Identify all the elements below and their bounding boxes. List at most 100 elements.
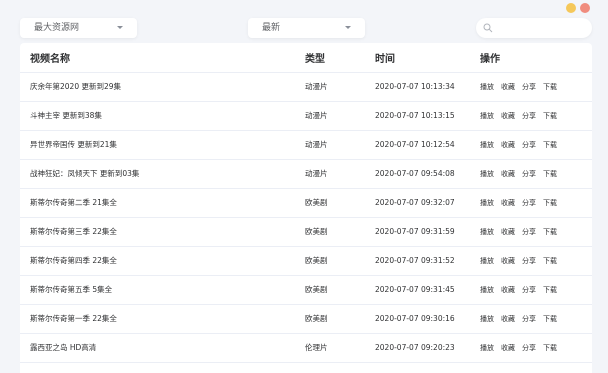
play-button[interactable]: 播放 bbox=[480, 315, 494, 323]
play-button[interactable]: 播放 bbox=[480, 257, 494, 265]
source-select[interactable]: 最大资源网 bbox=[20, 18, 137, 38]
play-button[interactable]: 播放 bbox=[480, 112, 494, 120]
share-button[interactable]: 分享 bbox=[522, 112, 536, 120]
table-row: 斯蒂尔传奇第四季 22集全 欧美剧 2020-07-07 09:31:52 播放 收藏分… bbox=[20, 246, 592, 276]
play-button[interactable]: 播放 bbox=[480, 141, 494, 149]
video-name[interactable]: 庆余年第2020 更新到29集 bbox=[20, 72, 305, 102]
row-actions: 播放 收藏 分享 下载 bbox=[480, 159, 592, 189]
play-button[interactable]: 播放 bbox=[480, 344, 494, 352]
share-button[interactable]: 分享 bbox=[522, 141, 536, 149]
share-button[interactable]: 分享 bbox=[522, 170, 536, 178]
download-button[interactable]: 下载 bbox=[543, 228, 557, 236]
play-button[interactable]: 播放 bbox=[480, 228, 494, 236]
share-button[interactable]: 分享 bbox=[522, 344, 536, 352]
share-button[interactable]: 分享 bbox=[522, 257, 536, 265]
video-name[interactable]: 露西亚之岛 HD高清 bbox=[20, 333, 305, 363]
table-row: 斗神主宰 更新到38集 动漫片 2020-07-07 10:13:15 播放 收藏 分享下… bbox=[20, 101, 592, 131]
download-button[interactable]: 下载 bbox=[543, 112, 557, 120]
header-type: 类型 bbox=[305, 43, 375, 73]
play-button[interactable]: 播放 bbox=[480, 286, 494, 294]
video-time: 2020-07-07 10:13:34 bbox=[375, 72, 480, 102]
favorite-button[interactable]: 收藏 bbox=[501, 141, 515, 149]
minimize-dot[interactable] bbox=[566, 3, 576, 13]
video-time: 2020-07-07 10:13:15 bbox=[375, 101, 480, 131]
download-button[interactable]: 下载 bbox=[543, 170, 557, 178]
video-name[interactable]: 斯蒂尔传奇第二季 21集全 bbox=[20, 188, 305, 218]
close-dot[interactable] bbox=[580, 3, 590, 13]
row-actions: 播放 收藏 分享 下载 bbox=[480, 101, 592, 131]
video-type: 欧美剧 bbox=[305, 275, 375, 305]
search-input[interactable] bbox=[476, 21, 592, 41]
video-time: 2020-07-07 09:20:23 bbox=[375, 333, 480, 363]
share-button[interactable]: 分享 bbox=[522, 83, 536, 91]
favorite-button[interactable]: 收藏 bbox=[501, 315, 515, 323]
favorite-button[interactable]: 收藏 bbox=[501, 83, 515, 91]
row-actions: 播放 收藏 分享 下载 bbox=[480, 333, 592, 363]
video-type: 欧美剧 bbox=[305, 217, 375, 247]
sort-select-value: 最新 bbox=[262, 23, 281, 33]
video-type: 伦理片 bbox=[305, 333, 375, 363]
video-name[interactable]: 斗神主宰 更新到38集 bbox=[20, 101, 305, 131]
download-button[interactable]: 下载 bbox=[543, 199, 557, 207]
table-row: 战神狂妃：凤倾天下 更新到03集 动漫片 2020-07-07 09:54:08 播放… bbox=[20, 159, 592, 189]
favorite-button[interactable]: 收藏 bbox=[501, 228, 515, 236]
video-time: 2020-07-07 09:30:16 bbox=[375, 304, 480, 334]
favorite-button[interactable]: 收藏 bbox=[501, 286, 515, 294]
favorite-button[interactable]: 收藏 bbox=[501, 199, 515, 207]
video-type: 欧美剧 bbox=[305, 304, 375, 334]
table-row: 庆余年第2020 更新到29集 动漫片 2020-07-07 10:13:34 播放收… bbox=[20, 72, 592, 102]
video-type: 动漫片 bbox=[305, 130, 375, 160]
video-name[interactable]: 战神狂妃：凤倾天下 更新到03集 bbox=[20, 159, 305, 189]
search-icon bbox=[483, 23, 493, 33]
header-name: 视频名称 bbox=[20, 43, 305, 73]
table-row: 斯蒂尔传奇第一季 22集全 欧美剧 2020-07-07 09:30:16 播放 收藏分… bbox=[20, 304, 592, 334]
filter-toolbar: 最大资源网 最新 bbox=[20, 18, 592, 41]
video-name[interactable]: 斯蒂尔传奇第三季 22集全 bbox=[20, 217, 305, 247]
header-ops: 操作 bbox=[480, 43, 592, 73]
row-actions: 播放 收藏 分享 下载 bbox=[480, 304, 592, 334]
video-name[interactable]: 斯蒂尔传奇第五季 5集全 bbox=[20, 275, 305, 305]
favorite-button[interactable]: 收藏 bbox=[501, 344, 515, 352]
favorite-button[interactable]: 收藏 bbox=[501, 257, 515, 265]
video-name[interactable]: 斯蒂尔传奇第四季 22集全 bbox=[20, 246, 305, 276]
table-header-row: 视频名称 类型 时间 操作 bbox=[20, 43, 592, 73]
download-button[interactable]: 下载 bbox=[543, 315, 557, 323]
download-button[interactable]: 下载 bbox=[543, 257, 557, 265]
row-actions: 播放 收藏 分享 下载 bbox=[480, 217, 592, 247]
table-row: 斯蒂尔传奇第五季 5集全 欧美剧 2020-07-07 09:31:45 播放 收藏 分享… bbox=[20, 275, 592, 305]
window-controls bbox=[566, 3, 590, 13]
play-button[interactable]: 播放 bbox=[480, 83, 494, 91]
row-actions: 播放 收藏 分享 下载 bbox=[480, 188, 592, 218]
video-type: 欧美剧 bbox=[305, 246, 375, 276]
video-table-card: 视频名称 类型 时间 操作 庆余年第2020 更新到29集 动漫片 2020-07-… bbox=[20, 43, 592, 373]
video-type: 欧美剧 bbox=[305, 188, 375, 218]
video-type: 动漫片 bbox=[305, 72, 375, 102]
favorite-button[interactable]: 收藏 bbox=[501, 112, 515, 120]
row-actions: 播放 收藏 分享 下载 bbox=[480, 72, 592, 102]
video-name[interactable]: 斯蒂尔传奇第一季 22集全 bbox=[20, 304, 305, 334]
table-row: 露西亚之岛 HD高清 伦理片 2020-07-07 09:20:23 播放 收藏 分享 下载 bbox=[20, 333, 592, 363]
share-button[interactable]: 分享 bbox=[522, 228, 536, 236]
table-row: 异世界帝国传 更新到21集 动漫片 2020-07-07 10:12:54 播放 收藏分… bbox=[20, 130, 592, 160]
share-button[interactable]: 分享 bbox=[522, 315, 536, 323]
share-button[interactable]: 分享 bbox=[522, 286, 536, 294]
row-actions: 播放 收藏 分享 下载 bbox=[480, 275, 592, 305]
play-button[interactable]: 播放 bbox=[480, 170, 494, 178]
download-button[interactable]: 下载 bbox=[543, 141, 557, 149]
table-row: 斯蒂尔传奇第三季 22集全 欧美剧 2020-07-07 09:31:59 播放 收藏分… bbox=[20, 217, 592, 247]
download-button[interactable]: 下载 bbox=[543, 83, 557, 91]
header-time: 时间 bbox=[375, 43, 480, 73]
video-table: 视频名称 类型 时间 操作 庆余年第2020 更新到29集 动漫片 2020-07-… bbox=[20, 43, 592, 363]
sort-select[interactable]: 最新 bbox=[248, 18, 365, 38]
favorite-button[interactable]: 收藏 bbox=[501, 170, 515, 178]
video-time: 2020-07-07 09:31:45 bbox=[375, 275, 480, 305]
search-box[interactable] bbox=[476, 18, 592, 41]
video-time: 2020-07-07 09:31:59 bbox=[375, 217, 480, 247]
download-button[interactable]: 下载 bbox=[543, 286, 557, 294]
play-button[interactable]: 播放 bbox=[480, 199, 494, 207]
share-button[interactable]: 分享 bbox=[522, 199, 536, 207]
download-button[interactable]: 下载 bbox=[543, 344, 557, 352]
chevron-down-icon bbox=[117, 26, 123, 29]
video-name[interactable]: 异世界帝国传 更新到21集 bbox=[20, 130, 305, 160]
source-select-value: 最大资源网 bbox=[34, 23, 80, 33]
